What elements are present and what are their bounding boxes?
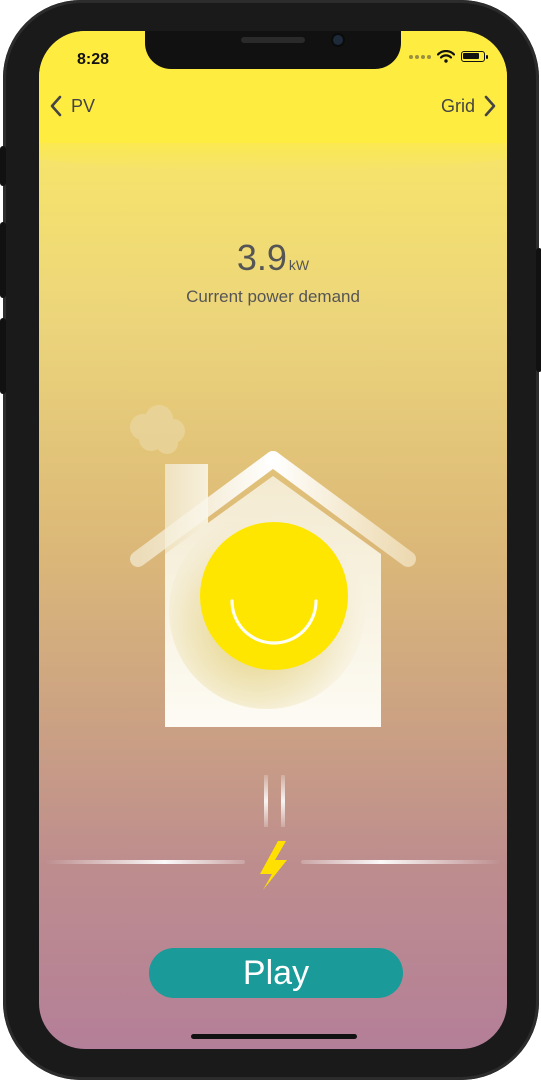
house-illustration <box>45 405 501 890</box>
play-button[interactable]: Play <box>149 948 403 998</box>
smiling-sun-icon <box>200 522 348 670</box>
app-screen: 8:28 PV Grid 3.9 kW Current power demand… <box>39 31 507 1049</box>
power-button <box>536 248 541 372</box>
volume-down-button <box>0 318 6 394</box>
lightning-bolt-icon <box>260 841 287 890</box>
grid-line-left <box>45 860 245 864</box>
mute-switch <box>0 146 6 186</box>
home-indicator[interactable] <box>191 1034 357 1039</box>
smoke-cloud <box>130 405 185 454</box>
grid-line-right <box>301 860 501 864</box>
volume-up-button <box>0 222 6 298</box>
connector-lines <box>264 775 285 827</box>
phone-frame: 8:28 PV Grid 3.9 kW Current power demand… <box>0 0 541 1080</box>
